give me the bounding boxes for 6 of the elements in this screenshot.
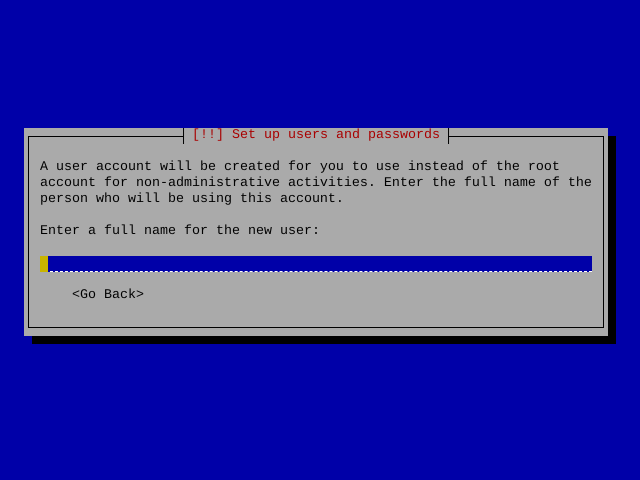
go-back-button[interactable]: <Go Back> (72, 288, 144, 304)
text-cursor (40, 256, 48, 272)
dialog-title: [!!] Set up users and passwords (183, 128, 449, 144)
field-label: Enter a full name for the new user: (40, 224, 321, 240)
full-name-field[interactable] (40, 256, 592, 272)
dialog-message: A user account will be created for you to use instead of the root account for non-administrative activities. Enter the full name of the person who will be using this account. (40, 160, 592, 208)
